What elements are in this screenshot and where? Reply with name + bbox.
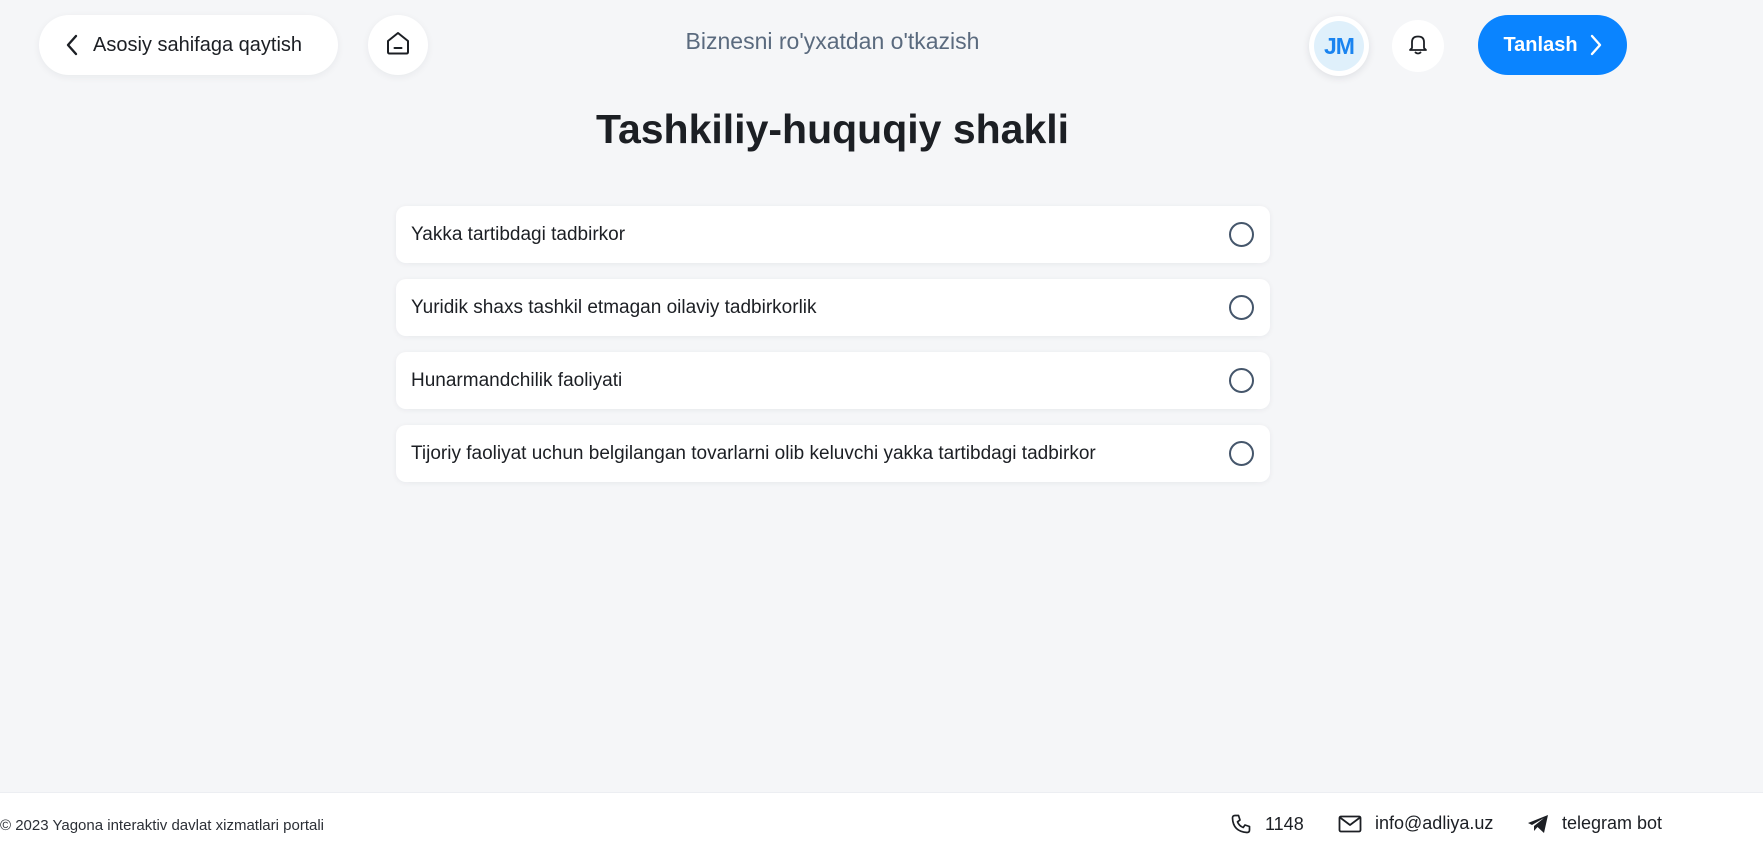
notifications-button[interactable] <box>1392 20 1444 72</box>
user-avatar[interactable]: JM <box>1309 16 1369 76</box>
select-button-label: Tanlash <box>1503 33 1578 56</box>
email-link[interactable]: info@adliya.uz <box>1338 813 1493 834</box>
header-title: Biznesni ro'yxatdan o'tkazish <box>685 28 980 54</box>
telegram-icon <box>1527 814 1549 834</box>
radio-button[interactable] <box>1229 368 1254 393</box>
header: Asosiy sahifaga qaytish Biznesni ro'yxat… <box>0 0 1763 92</box>
option-label: Hunarmandchilik faoliyati <box>411 369 623 391</box>
phone-icon <box>1230 813 1252 835</box>
copyright-text: © 2023 Yagona interaktiv davlat xizmatla… <box>0 817 325 834</box>
select-button[interactable]: Tanlash <box>1478 15 1627 75</box>
avatar-initials: JM <box>1314 21 1364 71</box>
radio-button[interactable] <box>1229 441 1254 466</box>
chevron-right-icon <box>1590 34 1602 56</box>
radio-button[interactable] <box>1229 295 1254 320</box>
radio-button[interactable] <box>1229 222 1254 247</box>
option-item[interactable]: Yakka tartibdagi tadbirkor <box>396 206 1270 263</box>
page: Asosiy sahifaga qaytish Biznesni ro'yxat… <box>0 0 1763 857</box>
option-item[interactable]: Tijoriy faoliyat uchun belgilangan tovar… <box>396 425 1270 482</box>
footer: © 2023 Yagona interaktiv davlat xizmatla… <box>0 792 1763 857</box>
telegram-label: telegram bot <box>1562 813 1663 833</box>
page-title: Tashkiliy-huquqiy shakli <box>595 106 1070 152</box>
home-button[interactable] <box>368 15 428 75</box>
phone-link[interactable]: 1148 <box>1230 813 1304 835</box>
home-icon <box>385 30 411 61</box>
option-label: Yuridik shaxs tashkil etmagan oilaviy ta… <box>411 296 817 318</box>
phone-number: 1148 <box>1265 813 1304 834</box>
chevron-left-icon <box>59 32 85 58</box>
mail-icon <box>1338 815 1362 833</box>
email-address: info@adliya.uz <box>1375 813 1494 833</box>
option-label: Tijoriy faoliyat uchun belgilangan tovar… <box>411 442 1096 464</box>
legal-form-options: Yakka tartibdagi tadbirkor Yuridik shaxs… <box>396 206 1270 498</box>
telegram-link[interactable]: telegram bot <box>1527 813 1662 834</box>
option-label: Yakka tartibdagi tadbirkor <box>411 223 626 245</box>
option-item[interactable]: Hunarmandchilik faoliyati <box>396 352 1270 409</box>
bell-icon <box>1408 33 1428 60</box>
back-button-label: Asosiy sahifaga qaytish <box>93 33 303 56</box>
back-to-home-button[interactable]: Asosiy sahifaga qaytish <box>39 15 338 75</box>
option-item[interactable]: Yuridik shaxs tashkil etmagan oilaviy ta… <box>396 279 1270 336</box>
